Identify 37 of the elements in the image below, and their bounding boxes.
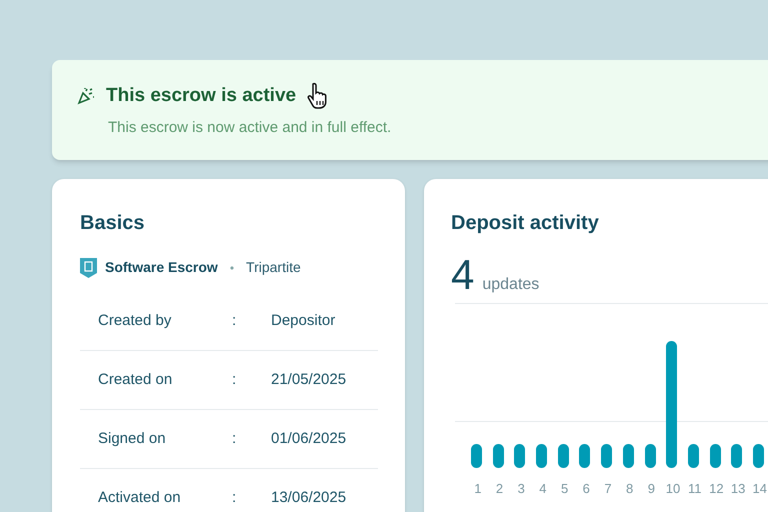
field-label: Created on: [98, 370, 174, 390]
party-popper-icon: [76, 86, 96, 106]
day-label: 10: [664, 480, 682, 498]
escrow-type: Tripartite: [246, 258, 301, 277]
field-value: 21/05/2025: [271, 370, 346, 390]
day-label: 11: [686, 480, 702, 498]
update-count-label: updates: [482, 275, 540, 295]
colon-separator: :: [232, 370, 238, 390]
colon-separator: :: [232, 488, 238, 508]
field-value: 01/06/2025: [271, 428, 346, 449]
field-label: Created by: [98, 310, 172, 331]
day-label: 2: [494, 480, 504, 498]
document-shield-icon: [80, 258, 97, 278]
day-label: 4: [538, 480, 548, 498]
day-label: 5: [560, 480, 570, 498]
day-label: 8: [625, 480, 634, 498]
day-label: 6: [582, 480, 591, 498]
day-label: 7: [603, 480, 613, 498]
update-count: 4: [451, 251, 474, 299]
card-title: Basics: [80, 211, 146, 235]
field-value: 13/06/2025: [271, 488, 346, 508]
day-label: 14: [752, 480, 768, 498]
banner-message: This escrow is now active and in full effect.: [108, 118, 392, 138]
day-label: 13: [730, 480, 746, 498]
colon-separator: :: [232, 428, 238, 449]
card-title: Deposit activity: [451, 211, 600, 235]
field-label: Activated on: [98, 488, 182, 508]
colon-separator: :: [232, 310, 238, 331]
banner-title: This escrow is active: [106, 84, 296, 108]
day-label: 9: [646, 480, 656, 498]
field-label: Signed on: [98, 428, 167, 449]
product-name: Software Escrow: [105, 258, 218, 277]
field-value: Depositor: [271, 310, 336, 331]
day-label: 3: [516, 480, 526, 498]
separator-dot: •: [230, 260, 234, 276]
day-label: 12: [708, 480, 725, 498]
day-label: 1: [473, 480, 482, 498]
